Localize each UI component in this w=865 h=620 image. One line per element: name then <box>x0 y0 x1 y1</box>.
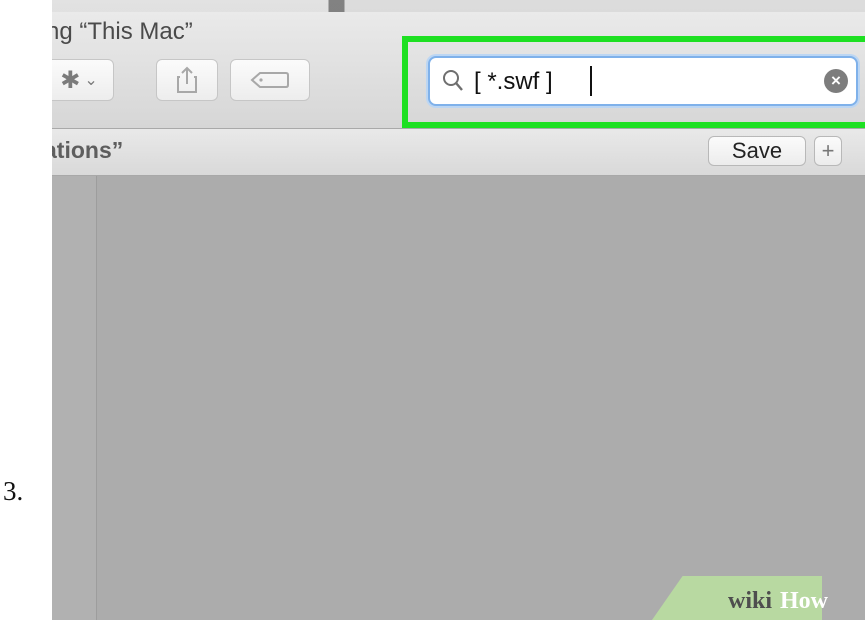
gear-icon: ✱ <box>60 66 81 94</box>
save-search-button[interactable]: Save <box>708 136 806 166</box>
action-menu-button[interactable]: ✱ ⌄ <box>52 59 114 101</box>
finder-window: ng “This Mac” ✱ ⌄ [ *.swf ] × tions” Sav… <box>52 0 865 620</box>
search-highlight-box <box>402 36 865 128</box>
add-criteria-button[interactable]: + <box>814 136 842 166</box>
window-top-edge <box>52 0 865 12</box>
chevron-down-icon: ⌄ <box>84 72 98 89</box>
results-area <box>97 176 865 620</box>
watermark-logo-wiki: wiki <box>728 588 773 614</box>
search-scope-bar: ations” Save + <box>52 129 865 176</box>
watermark-logo-how: How <box>780 588 828 614</box>
tag-icon <box>250 72 289 88</box>
share-button[interactable] <box>156 59 218 101</box>
share-icon <box>177 66 197 93</box>
sidebar <box>52 176 97 620</box>
tag-button[interactable] <box>230 59 310 101</box>
scope-title: ations” <box>52 137 124 163</box>
window-title: ng “This Mac” <box>52 18 193 45</box>
step-number: 3. <box>3 476 24 506</box>
